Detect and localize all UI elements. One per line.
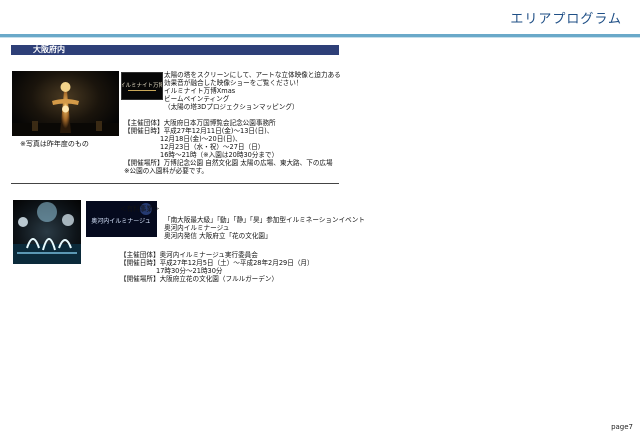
event1-info: 【主催団体】大阪府日本万国博覧会記念公園事務所 【開催日時】平成27年12月11… [124,119,333,175]
venue-label: 【開催場所】 [120,275,160,283]
photo-caption: ※写真は昨年度のもの [20,140,89,148]
event2-info: 【主催団体】奥河内イルミナージュ実行委員会 【開催日時】平成27年12月5日（土… [120,251,314,283]
event-subtitle: （太陽の塔3Dプロジェクションマッピング） [164,103,299,111]
date-line: 平成27年12月11日(金)〜13日(日)、 [163,127,274,135]
header-rule-light [0,37,640,38]
desc-line: 太陽の塔をスクリーンにして、アートな立体映像と迫力ある [164,71,341,79]
venue: 万博記念公園 自然文化園 太陽の広場、東大路、下の広場 [163,159,333,167]
event2-description: 「南大阪最大級」「動」「静」「昊」参加型イルミネーションイベント 奥河内イルミナ… [164,216,365,240]
illuminage-photo [13,200,81,264]
date-line: 12月23日（水・祝）〜27日（日） [160,143,265,151]
organizer-label: 【主催団体】 [124,119,164,127]
organizer: 奥河内イルミナージュ実行委員会 [159,251,258,259]
section-divider [11,183,339,184]
date-line: 12月18日(金)〜20日(日)、 [160,135,242,143]
event1-description: 太陽の塔をスクリーンにして、アートな立体映像と迫力ある 効果音が融合した映像ショ… [164,71,341,111]
date-label: 【開催日時】 [120,259,160,267]
desc-line: 「南大阪最大級」「動」「静」「昊」参加型イルミネーションイベント [164,216,365,224]
venue: 大阪府立花の文化園（フルルガーデン） [159,275,279,283]
svg-text:イルミナイト万博: イルミナイト万博 [122,81,162,89]
event-subtitle: 奥河内発信 大阪府立「花の文化園」 [164,232,272,240]
tower-of-sun-photo [12,71,119,136]
svg-text:奥河内イルミナージュ: 奥河内イルミナージュ [91,217,150,225]
page-number: page7 [611,423,633,431]
date-line: 17時30分〜21時30分 [156,267,223,275]
venue-label: 【開催場所】 [124,159,164,167]
section-heading-osaka: 大阪府内 [11,45,339,55]
illuminight-expo-logo: イルミナイト万博 [121,72,163,100]
organizer-label: 【主催団体】 [120,251,160,259]
organizer: 大阪府日本万国博覧会記念公園事務所 [163,119,276,127]
date-line: 平成27年12月5日（土）〜平成28年2月29日（月） [159,259,314,267]
date-line: 16時〜21時（※入園は20時30分まで） [160,151,279,159]
paid-event-label: ＜有料事業＞ [120,205,160,213]
event-title: 奥河内イルミナージュ [164,224,230,232]
note: ※公園の入園料が必要です。 [124,167,208,175]
date-label: 【開催日時】 [124,127,164,135]
event-title: イルミナイト万博Xmas [164,87,236,95]
event-subtitle: ビームペインティング [164,95,230,103]
desc-line: 効果音が融合した映像ショーをご覧ください！ [164,79,303,87]
page-header-title: エリアプログラム [510,12,622,27]
